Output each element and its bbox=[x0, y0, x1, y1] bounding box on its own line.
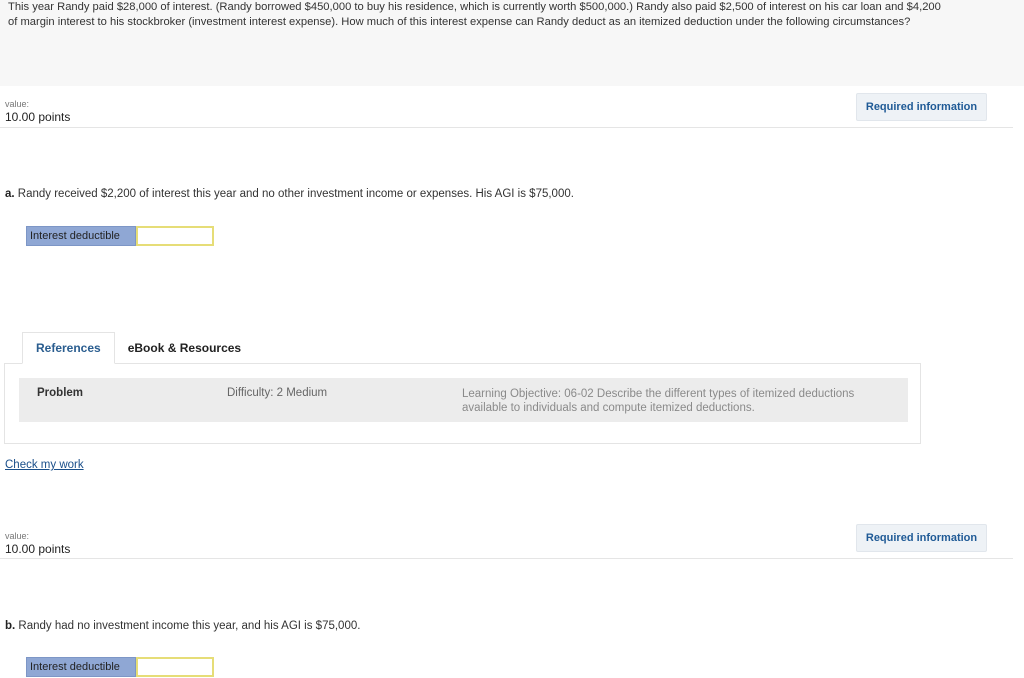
reference-learning-objective: Learning Objective: 06-02 Describe the d… bbox=[462, 388, 855, 414]
question-a: a. Randy received $2,200 of interest thi… bbox=[5, 188, 574, 200]
divider bbox=[0, 558, 1013, 559]
question-letter: b. bbox=[5, 620, 16, 632]
question-text: Randy received $2,200 of interest this y… bbox=[14, 188, 574, 200]
value-block-a: value: 10.00 points bbox=[5, 99, 70, 125]
problem-intro: This year Randy paid $28,000 of interest… bbox=[0, 0, 1024, 86]
required-information-button-a[interactable]: Required information bbox=[856, 93, 987, 121]
value-points: 10.00 points bbox=[5, 542, 71, 556]
divider bbox=[0, 127, 1013, 128]
question-b: b. Randy had no investment income this y… bbox=[5, 620, 360, 632]
answer-label: Interest deductible bbox=[26, 226, 136, 246]
question-text: Randy had no investment income this year… bbox=[15, 620, 361, 632]
value-block-b: value: 10.00 points bbox=[5, 531, 70, 557]
intro-line-2: of margin interest to his stockbroker (i… bbox=[8, 15, 911, 28]
reference-difficulty: Difficulty: 2 Medium bbox=[227, 387, 328, 399]
reference-tabs: References eBook & Resources bbox=[22, 332, 254, 364]
value-label: value: bbox=[5, 531, 30, 541]
reference-problem: Problem bbox=[37, 387, 84, 399]
references-panel: Problem Difficulty: 2 Medium Learning Ob… bbox=[4, 363, 921, 444]
reference-row: Problem Difficulty: 2 Medium Learning Ob… bbox=[19, 378, 908, 422]
value-label: value: bbox=[5, 99, 30, 109]
interest-deductible-input-a[interactable] bbox=[136, 226, 214, 246]
question-letter: a. bbox=[5, 188, 15, 200]
interest-deductible-input-b[interactable] bbox=[136, 657, 214, 677]
check-my-work-link[interactable]: Check my work bbox=[5, 459, 84, 471]
value-points: 10.00 points bbox=[5, 110, 71, 124]
required-information-button-b[interactable]: Required information bbox=[856, 524, 987, 552]
answer-row-a: Interest deductible bbox=[26, 226, 214, 246]
answer-row-b: Interest deductible bbox=[26, 657, 214, 677]
tab-references[interactable]: References bbox=[22, 332, 115, 364]
intro-line-1: This year Randy paid $28,000 of interest… bbox=[8, 1, 941, 13]
answer-label: Interest deductible bbox=[26, 657, 136, 677]
tab-ebook-resources[interactable]: eBook & Resources bbox=[115, 332, 254, 364]
